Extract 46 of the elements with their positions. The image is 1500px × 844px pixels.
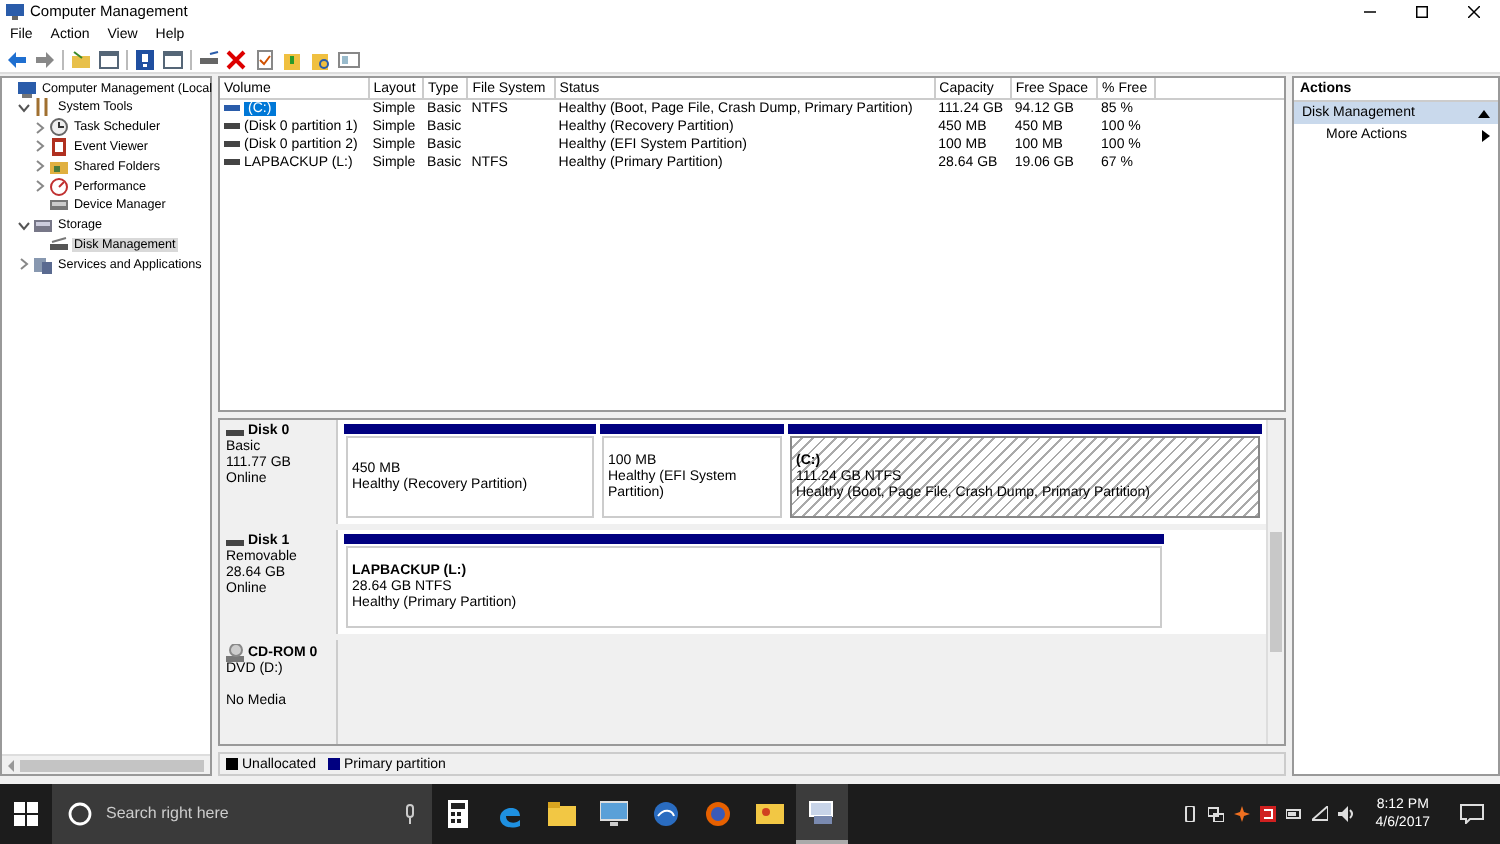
scrollbar-thumb[interactable] [1270, 532, 1282, 653]
drive-icon [226, 539, 244, 546]
computer-management-icon[interactable] [796, 783, 848, 844]
network-icon[interactable] [1207, 805, 1224, 822]
scrollbar-thumb[interactable] [20, 759, 204, 772]
log-icon [50, 137, 68, 156]
expand-icon[interactable] [18, 258, 30, 271]
folder-icon [70, 49, 92, 69]
expand-icon[interactable] [34, 160, 46, 173]
expand-icon[interactable] [34, 121, 46, 134]
minimize-icon [1364, 5, 1376, 18]
maximize-icon [1416, 5, 1428, 18]
drive-icon [226, 429, 244, 436]
back-icon [6, 49, 28, 69]
clock-icon [50, 118, 68, 137]
gauge-icon [50, 177, 68, 196]
collapse-icon[interactable] [18, 101, 30, 114]
microphone-icon [404, 803, 416, 824]
delete-icon [226, 49, 248, 69]
usb-icon[interactable] [1181, 805, 1198, 822]
search-icon [68, 801, 92, 826]
expand-icon[interactable] [34, 180, 46, 193]
collapse-icon[interactable] [18, 219, 30, 232]
drive-icon [50, 235, 68, 254]
star-icon[interactable] [1233, 805, 1250, 822]
app-icon [6, 2, 24, 21]
folder-icon [282, 49, 304, 69]
wifi-icon[interactable] [1311, 805, 1328, 822]
speaker-icon[interactable] [1337, 805, 1354, 822]
storage-icon [34, 216, 52, 235]
folder-search-icon [310, 49, 332, 69]
expand-icon[interactable] [34, 140, 46, 153]
collapse-icon [1478, 109, 1490, 118]
drive-icon [198, 49, 220, 69]
forward-icon [34, 49, 56, 69]
computer-icon [18, 79, 36, 98]
battery-icon[interactable] [1285, 805, 1302, 822]
submenu-arrow-icon [1482, 129, 1490, 142]
search-field[interactable]: Search right here [52, 783, 432, 844]
disc-drive-icon [226, 644, 244, 663]
folder-icon [50, 157, 68, 176]
device-icon [50, 196, 68, 215]
server-icon [34, 255, 52, 274]
close-icon [1468, 5, 1480, 18]
search-input[interactable]: Search right here [102, 802, 394, 825]
scroll-left-icon [6, 759, 16, 772]
